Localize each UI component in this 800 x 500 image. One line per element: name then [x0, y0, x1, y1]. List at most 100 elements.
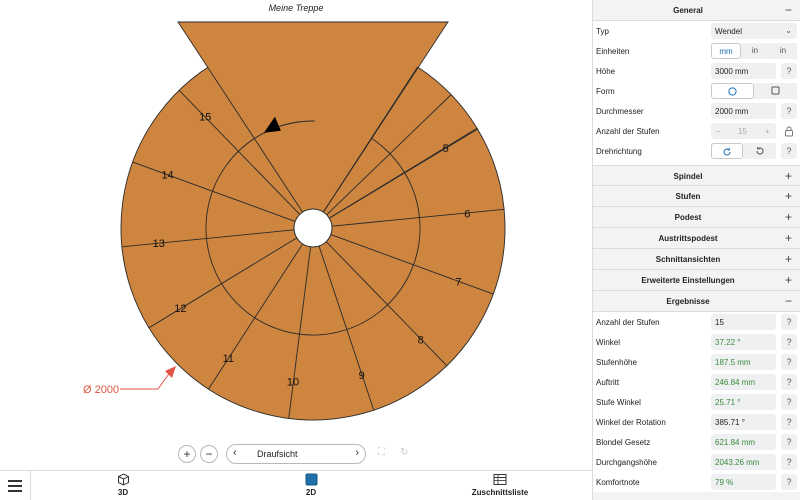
- view-prev-button[interactable]: ‹: [233, 447, 237, 459]
- drehrichtung-label: Drehrichtung: [596, 147, 642, 156]
- section-ergebnisse-title: Ergebnisse: [666, 297, 710, 306]
- expand-icon[interactable]: +: [785, 252, 792, 266]
- rotate-clockwise-button[interactable]: [711, 143, 743, 159]
- step-number: 11: [223, 353, 234, 365]
- result-row: Anzahl der Stufen 15?: [593, 312, 800, 332]
- form-round-button[interactable]: [711, 83, 754, 99]
- section-podest-title: Podest: [674, 213, 702, 222]
- result-value: 2043.26 mm: [711, 454, 776, 470]
- spindle-hole: [293, 208, 333, 248]
- rotate-counterclockwise-icon: [755, 146, 763, 155]
- unit-in-button[interactable]: in: [741, 43, 769, 59]
- diameter-leader: [120, 370, 172, 390]
- result-row: Winkel 37.22 °?: [593, 332, 800, 352]
- anzahl-stufen-stepper[interactable]: − 15 +: [711, 123, 776, 139]
- row-durchmesser: Durchmesser 2000 mm ?: [593, 101, 800, 121]
- section-schnittansichten-header[interactable]: Schnittansichten +: [593, 249, 800, 270]
- hoehe-label: Höhe: [596, 67, 616, 76]
- tab-3d[interactable]: 3D: [100, 473, 146, 497]
- help-icon[interactable]: ?: [781, 454, 797, 470]
- rotate-counterclockwise-button[interactable]: [743, 143, 776, 159]
- help-icon[interactable]: ?: [781, 314, 797, 330]
- expand-icon[interactable]: +: [785, 210, 792, 224]
- expand-icon[interactable]: +: [785, 169, 792, 183]
- diameter-label: Ø 2000: [83, 384, 119, 396]
- section-austrittspodest-header[interactable]: Austrittspodest +: [593, 228, 800, 249]
- anzahl-stufen-label: Anzahl der Stufen: [596, 127, 660, 136]
- expand-icon[interactable]: +: [785, 231, 792, 245]
- zoom-in-button[interactable]: +: [178, 445, 196, 463]
- hoehe-input[interactable]: 3000 mm: [711, 63, 776, 79]
- result-value: 25.71 °: [711, 394, 776, 410]
- stair-title: Meine Treppe: [268, 3, 324, 13]
- zoom-out-button[interactable]: −: [200, 445, 218, 463]
- expand-icon[interactable]: +: [785, 273, 792, 287]
- row-hoehe: Höhe 3000 mm ?: [593, 61, 800, 81]
- help-icon[interactable]: ?: [781, 374, 797, 390]
- collapse-icon[interactable]: −: [785, 3, 792, 17]
- section-general-title: General: [673, 6, 703, 15]
- view-label: Draufsicht: [257, 449, 298, 459]
- unit-in-alt-button[interactable]: in: [769, 43, 797, 59]
- drawing-canvas[interactable]: 5 6 7 8 9 10 11 12 13 14 15 Ø 2000 Meine Treppe + −…: [0, 0, 592, 470]
- result-value: 79 %: [711, 474, 776, 490]
- section-ergebnisse-body: Anzahl der Stufen 15? Winkel 37.22 °? Stufen…: [593, 312, 800, 492]
- stepper-minus[interactable]: −: [716, 127, 721, 136]
- tab-zuschnittsliste-label: Zuschnittsliste: [471, 488, 529, 497]
- section-general-header[interactable]: General −: [593, 0, 800, 21]
- result-row: Komfortnote 79 %?: [593, 472, 800, 492]
- settings-panel: General − Typ Wendel ⌄ Einheiten mm in i…: [592, 0, 800, 500]
- step-number: 5: [443, 143, 449, 155]
- help-icon[interactable]: ?: [781, 334, 797, 350]
- section-schnittansichten-title: Schnittansichten: [655, 255, 721, 264]
- durchmesser-input[interactable]: 2000 mm: [711, 103, 776, 119]
- result-row: Winkel der Rotation 385.71 °?: [593, 412, 800, 432]
- view-next-button[interactable]: ›: [355, 447, 359, 459]
- section-erweiterte-title: Erweiterte Einstellungen: [641, 276, 735, 285]
- result-row: Blondel Gesetz 621.84 mm?: [593, 432, 800, 452]
- stepper-value: 15: [738, 127, 747, 136]
- help-icon[interactable]: ?: [781, 474, 797, 490]
- result-label: Blondel Gesetz: [596, 438, 651, 447]
- help-icon[interactable]: ?: [781, 63, 797, 79]
- help-icon[interactable]: ?: [781, 103, 797, 119]
- row-einheiten: Einheiten mm in in: [593, 41, 800, 61]
- result-value: 385.71 °: [711, 414, 776, 430]
- reset-view-icon[interactable]: ↻: [400, 447, 408, 458]
- square-icon: [771, 86, 780, 95]
- nav-divider: [30, 471, 31, 500]
- help-icon[interactable]: ?: [781, 394, 797, 410]
- help-icon[interactable]: ?: [781, 434, 797, 450]
- result-label: Winkel der Rotation: [596, 418, 666, 427]
- result-row: Stufe Winkel 25.71 °?: [593, 392, 800, 412]
- tab-2d[interactable]: 2D: [288, 473, 334, 497]
- section-austrittspodest-title: Austrittspodest: [658, 234, 718, 243]
- section-stufen-header[interactable]: Stufen +: [593, 186, 800, 207]
- durchmesser-label: Durchmesser: [596, 107, 644, 116]
- typ-select[interactable]: Wendel ⌄: [711, 23, 797, 39]
- result-label: Komfortnote: [596, 478, 640, 487]
- step-number: 14: [161, 169, 173, 181]
- help-icon[interactable]: ?: [781, 414, 797, 430]
- fullscreen-icon[interactable]: ⛶: [378, 447, 385, 458]
- help-icon[interactable]: ?: [781, 143, 797, 159]
- step-number: 6: [464, 208, 470, 220]
- stair-plan[interactable]: 5 6 7 8 9 10 11 12 13 14 15 Ø 2000: [0, 0, 592, 440]
- section-erweiterte-header[interactable]: Erweiterte Einstellungen +: [593, 270, 800, 291]
- expand-icon[interactable]: +: [785, 189, 792, 203]
- section-ergebnisse-header[interactable]: Ergebnisse −: [593, 291, 800, 312]
- tab-2d-label: 2D: [305, 488, 317, 497]
- section-spindel-header[interactable]: Spindel +: [593, 165, 800, 186]
- form-square-button[interactable]: [754, 83, 797, 99]
- lock-icon[interactable]: [781, 123, 797, 139]
- view-select[interactable]: ‹ Draufsicht ›: [226, 444, 366, 464]
- help-icon[interactable]: ?: [781, 354, 797, 370]
- tab-zuschnittsliste[interactable]: Zuschnittsliste: [462, 473, 538, 497]
- menu-icon[interactable]: [8, 480, 22, 495]
- einheiten-label: Einheiten: [596, 47, 630, 56]
- form-label: Form: [596, 87, 615, 96]
- section-podest-header[interactable]: Podest +: [593, 207, 800, 228]
- stepper-plus[interactable]: +: [765, 127, 770, 136]
- unit-mm-button[interactable]: mm: [711, 43, 741, 59]
- collapse-icon[interactable]: −: [785, 294, 792, 308]
